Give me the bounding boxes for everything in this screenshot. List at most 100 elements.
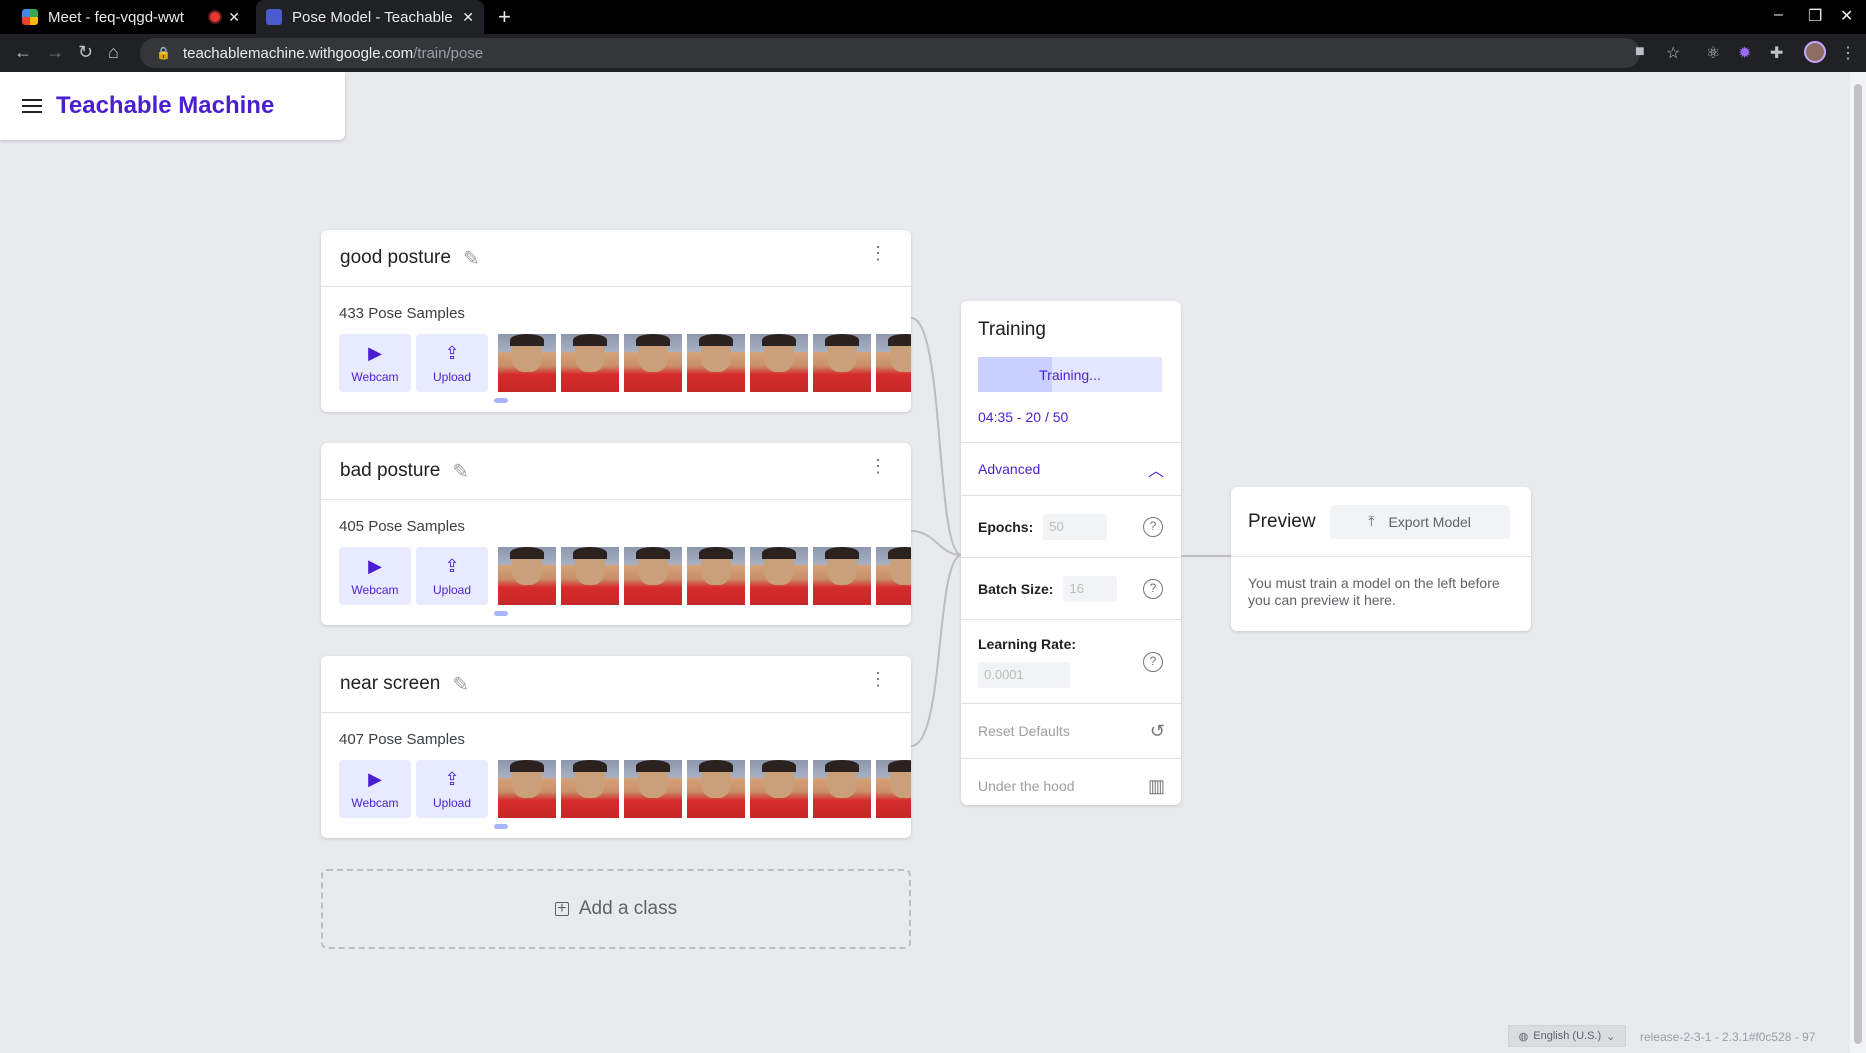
tab-meet[interactable]: Meet - feq-vqgd-wwt ✕: [12, 0, 250, 34]
sample-thumbnail[interactable]: [624, 547, 682, 605]
reload-icon[interactable]: ↻: [78, 42, 93, 63]
home-icon[interactable]: ⌂: [108, 42, 119, 63]
webcam-button[interactable]: ▶ Webcam: [339, 547, 411, 605]
class-options-icon[interactable]: ⋮: [869, 457, 887, 475]
upload-icon: ⇪: [444, 768, 460, 789]
class-options-icon[interactable]: ⋮: [869, 670, 887, 688]
video-camera-icon: ▶: [368, 768, 382, 789]
upload-button[interactable]: ⇪ Upload: [416, 760, 488, 818]
upload-label: Upload: [432, 369, 472, 384]
page-scrollbar[interactable]: [1850, 72, 1866, 1053]
webcam-button[interactable]: ▶ Webcam: [339, 334, 411, 392]
close-tab-icon[interactable]: ✕: [462, 9, 474, 26]
strip-scrollbar[interactable]: [494, 611, 508, 616]
learning-rate-row: Learning Rate: 0.0001 ?: [961, 619, 1181, 703]
sample-thumbnail[interactable]: [750, 547, 808, 605]
camera-icon[interactable]: ■: [1635, 43, 1645, 61]
strip-scrollbar[interactable]: [494, 398, 508, 403]
tab-pose-model[interactable]: Pose Model - Teachable M ✕: [256, 0, 484, 34]
sample-thumbnail[interactable]: [687, 760, 745, 818]
sample-thumbnail[interactable]: [876, 760, 911, 818]
class-name[interactable]: near screen: [340, 673, 440, 695]
batch-size-label: Batch Size:: [978, 580, 1054, 597]
back-icon[interactable]: ←: [14, 42, 32, 63]
profile-avatar[interactable]: [1804, 41, 1826, 63]
language-selector[interactable]: ◍ English (U.S.) ⌄: [1508, 1025, 1626, 1047]
new-tab-icon[interactable]: +: [498, 4, 511, 30]
sample-thumbnail[interactable]: [876, 334, 911, 392]
meet-favicon-icon: [22, 9, 38, 25]
edit-pencil-icon[interactable]: ✎: [463, 246, 480, 271]
minimize-icon[interactable]: –: [1774, 6, 1783, 24]
upload-label: Upload: [432, 795, 472, 810]
export-label: Export Model: [1388, 513, 1471, 530]
advanced-toggle[interactable]: Advanced ︿: [961, 443, 1181, 495]
sample-thumbnail[interactable]: [813, 760, 871, 818]
edit-pencil-icon[interactable]: ✎: [452, 459, 469, 484]
sample-thumbnail[interactable]: [624, 334, 682, 392]
help-icon[interactable]: ?: [1143, 652, 1163, 672]
sample-thumbnail[interactable]: [561, 334, 619, 392]
video-camera-icon: ▶: [368, 555, 382, 576]
sample-thumbnail[interactable]: [813, 547, 871, 605]
sample-thumbnail[interactable]: [876, 547, 911, 605]
class-header: good posture ✎ ⋮: [321, 230, 911, 287]
upload-button[interactable]: ⇪ Upload: [416, 547, 488, 605]
export-upload-icon: ⤒: [1368, 513, 1375, 529]
edit-pencil-icon[interactable]: ✎: [452, 672, 469, 697]
class-name[interactable]: good posture: [340, 247, 451, 269]
strip-scrollbar[interactable]: [494, 824, 508, 829]
sample-thumbnail[interactable]: [750, 760, 808, 818]
lock-icon: 🔒: [156, 46, 171, 60]
sample-strip[interactable]: ▶ Webcam ⇪ Upload: [339, 760, 911, 818]
browser-menu-icon[interactable]: ⋮: [1840, 43, 1856, 63]
epochs-input[interactable]: 50: [1043, 513, 1108, 540]
close-window-icon[interactable]: ✕: [1840, 6, 1853, 26]
app-header: Teachable Machine: [0, 72, 345, 140]
upload-button[interactable]: ⇪ Upload: [416, 334, 488, 392]
brand-title[interactable]: Teachable Machine: [56, 92, 274, 120]
close-tab-icon[interactable]: ✕: [228, 9, 240, 26]
extensions-puzzle-icon[interactable]: ✚: [1770, 43, 1783, 63]
bookmark-star-icon[interactable]: ☆: [1666, 43, 1680, 63]
export-model-button[interactable]: ⤒ Export Model: [1329, 504, 1510, 539]
hamburger-menu-icon[interactable]: [22, 95, 42, 117]
sample-thumbnail[interactable]: [750, 334, 808, 392]
help-icon[interactable]: ?: [1143, 578, 1163, 599]
add-box-icon: +: [554, 901, 569, 917]
browser-chrome: Meet - feq-vqgd-wwt ✕ Pose Model - Teach…: [0, 0, 1866, 72]
sample-thumbnail[interactable]: [498, 760, 556, 818]
extension-gear-icon[interactable]: ✹: [1738, 43, 1751, 63]
preview-header: Preview ⤒ Export Model: [1231, 487, 1531, 557]
restore-icon[interactable]: ❐: [1808, 6, 1822, 26]
sample-thumbnail[interactable]: [498, 547, 556, 605]
address-bar[interactable]: 🔒 teachablemachine.withgoogle.com/train/…: [140, 38, 1640, 68]
sample-thumbnail[interactable]: [813, 334, 871, 392]
history-icon: ↺: [1149, 720, 1165, 741]
help-icon[interactable]: ?: [1143, 516, 1163, 537]
class-card-bad-posture: bad posture ✎ ⋮ 405 Pose Samples ▶ Webcam…: [321, 443, 911, 625]
sample-thumbnail[interactable]: [498, 334, 556, 392]
under-the-hood-button[interactable]: Under the hood ▥: [961, 758, 1181, 813]
learning-rate-label: Learning Rate:: [978, 635, 1077, 652]
preview-message: You must train a model on the left befor…: [1248, 575, 1500, 608]
add-class-button[interactable]: + Add a class: [321, 869, 911, 949]
sample-thumbnail[interactable]: [687, 547, 745, 605]
class-options-icon[interactable]: ⋮: [869, 244, 887, 262]
forward-icon[interactable]: →: [46, 42, 64, 63]
sample-thumbnail[interactable]: [687, 334, 745, 392]
batch-size-select[interactable]: 16: [1063, 575, 1118, 602]
learning-rate-input[interactable]: 0.0001: [978, 661, 1070, 688]
add-class-label: Add a class: [578, 898, 678, 919]
sample-thumbnail[interactable]: [624, 760, 682, 818]
webcam-button[interactable]: ▶ Webcam: [339, 760, 411, 818]
sample-strip[interactable]: ▶ Webcam ⇪ Upload: [339, 547, 911, 605]
reset-defaults-button[interactable]: Reset Defaults ↺: [961, 703, 1181, 758]
train-model-button[interactable]: Training...: [978, 357, 1162, 392]
class-header: bad posture ✎ ⋮: [321, 443, 911, 500]
sample-thumbnail[interactable]: [561, 547, 619, 605]
sample-thumbnail[interactable]: [561, 760, 619, 818]
sample-strip[interactable]: ▶ Webcam ⇪ Upload: [339, 334, 911, 392]
extension-react-icon[interactable]: ⚛: [1706, 43, 1720, 63]
class-name[interactable]: bad posture: [340, 460, 440, 482]
